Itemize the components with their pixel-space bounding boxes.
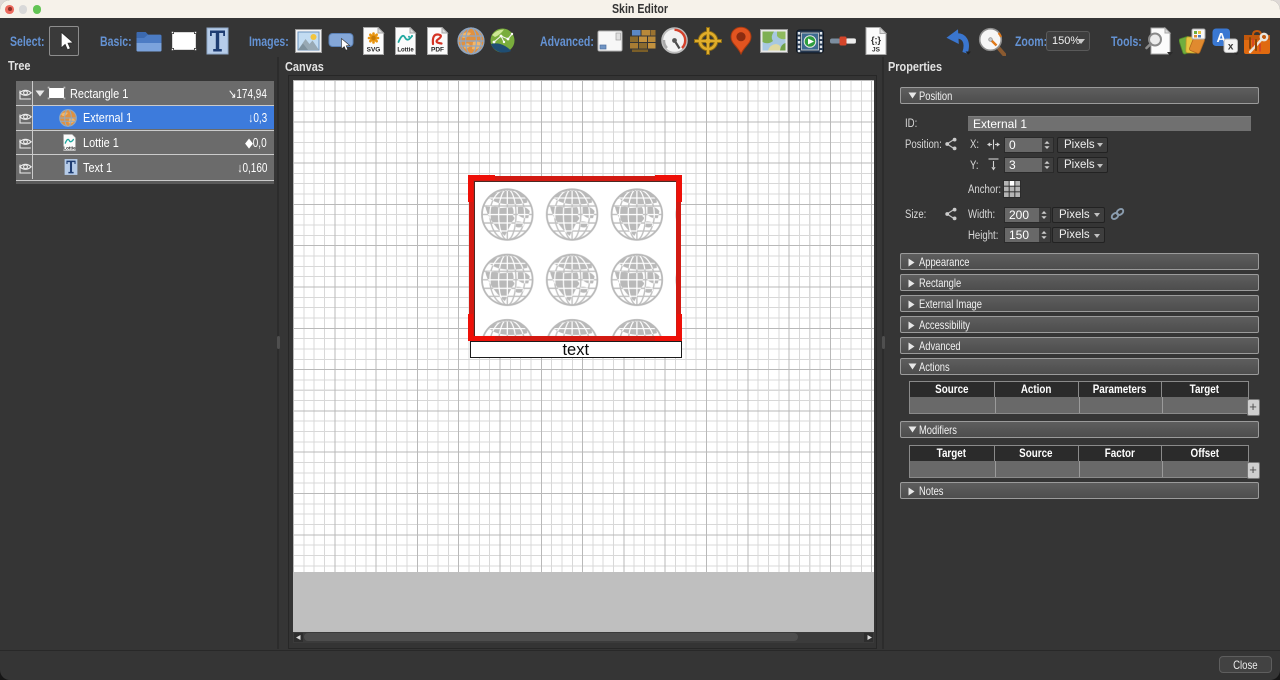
- svg-text:x: x: [1228, 42, 1234, 53]
- svg-text:Lottie: Lottie: [397, 48, 414, 54]
- svg-text:JS: JS: [872, 47, 881, 54]
- svg-text:SVG: SVG: [367, 47, 381, 54]
- svg-text:{;}: {;}: [871, 35, 881, 45]
- svg-text:Lottie: Lottie: [63, 145, 76, 150]
- svg-text:PDF: PDF: [431, 47, 444, 54]
